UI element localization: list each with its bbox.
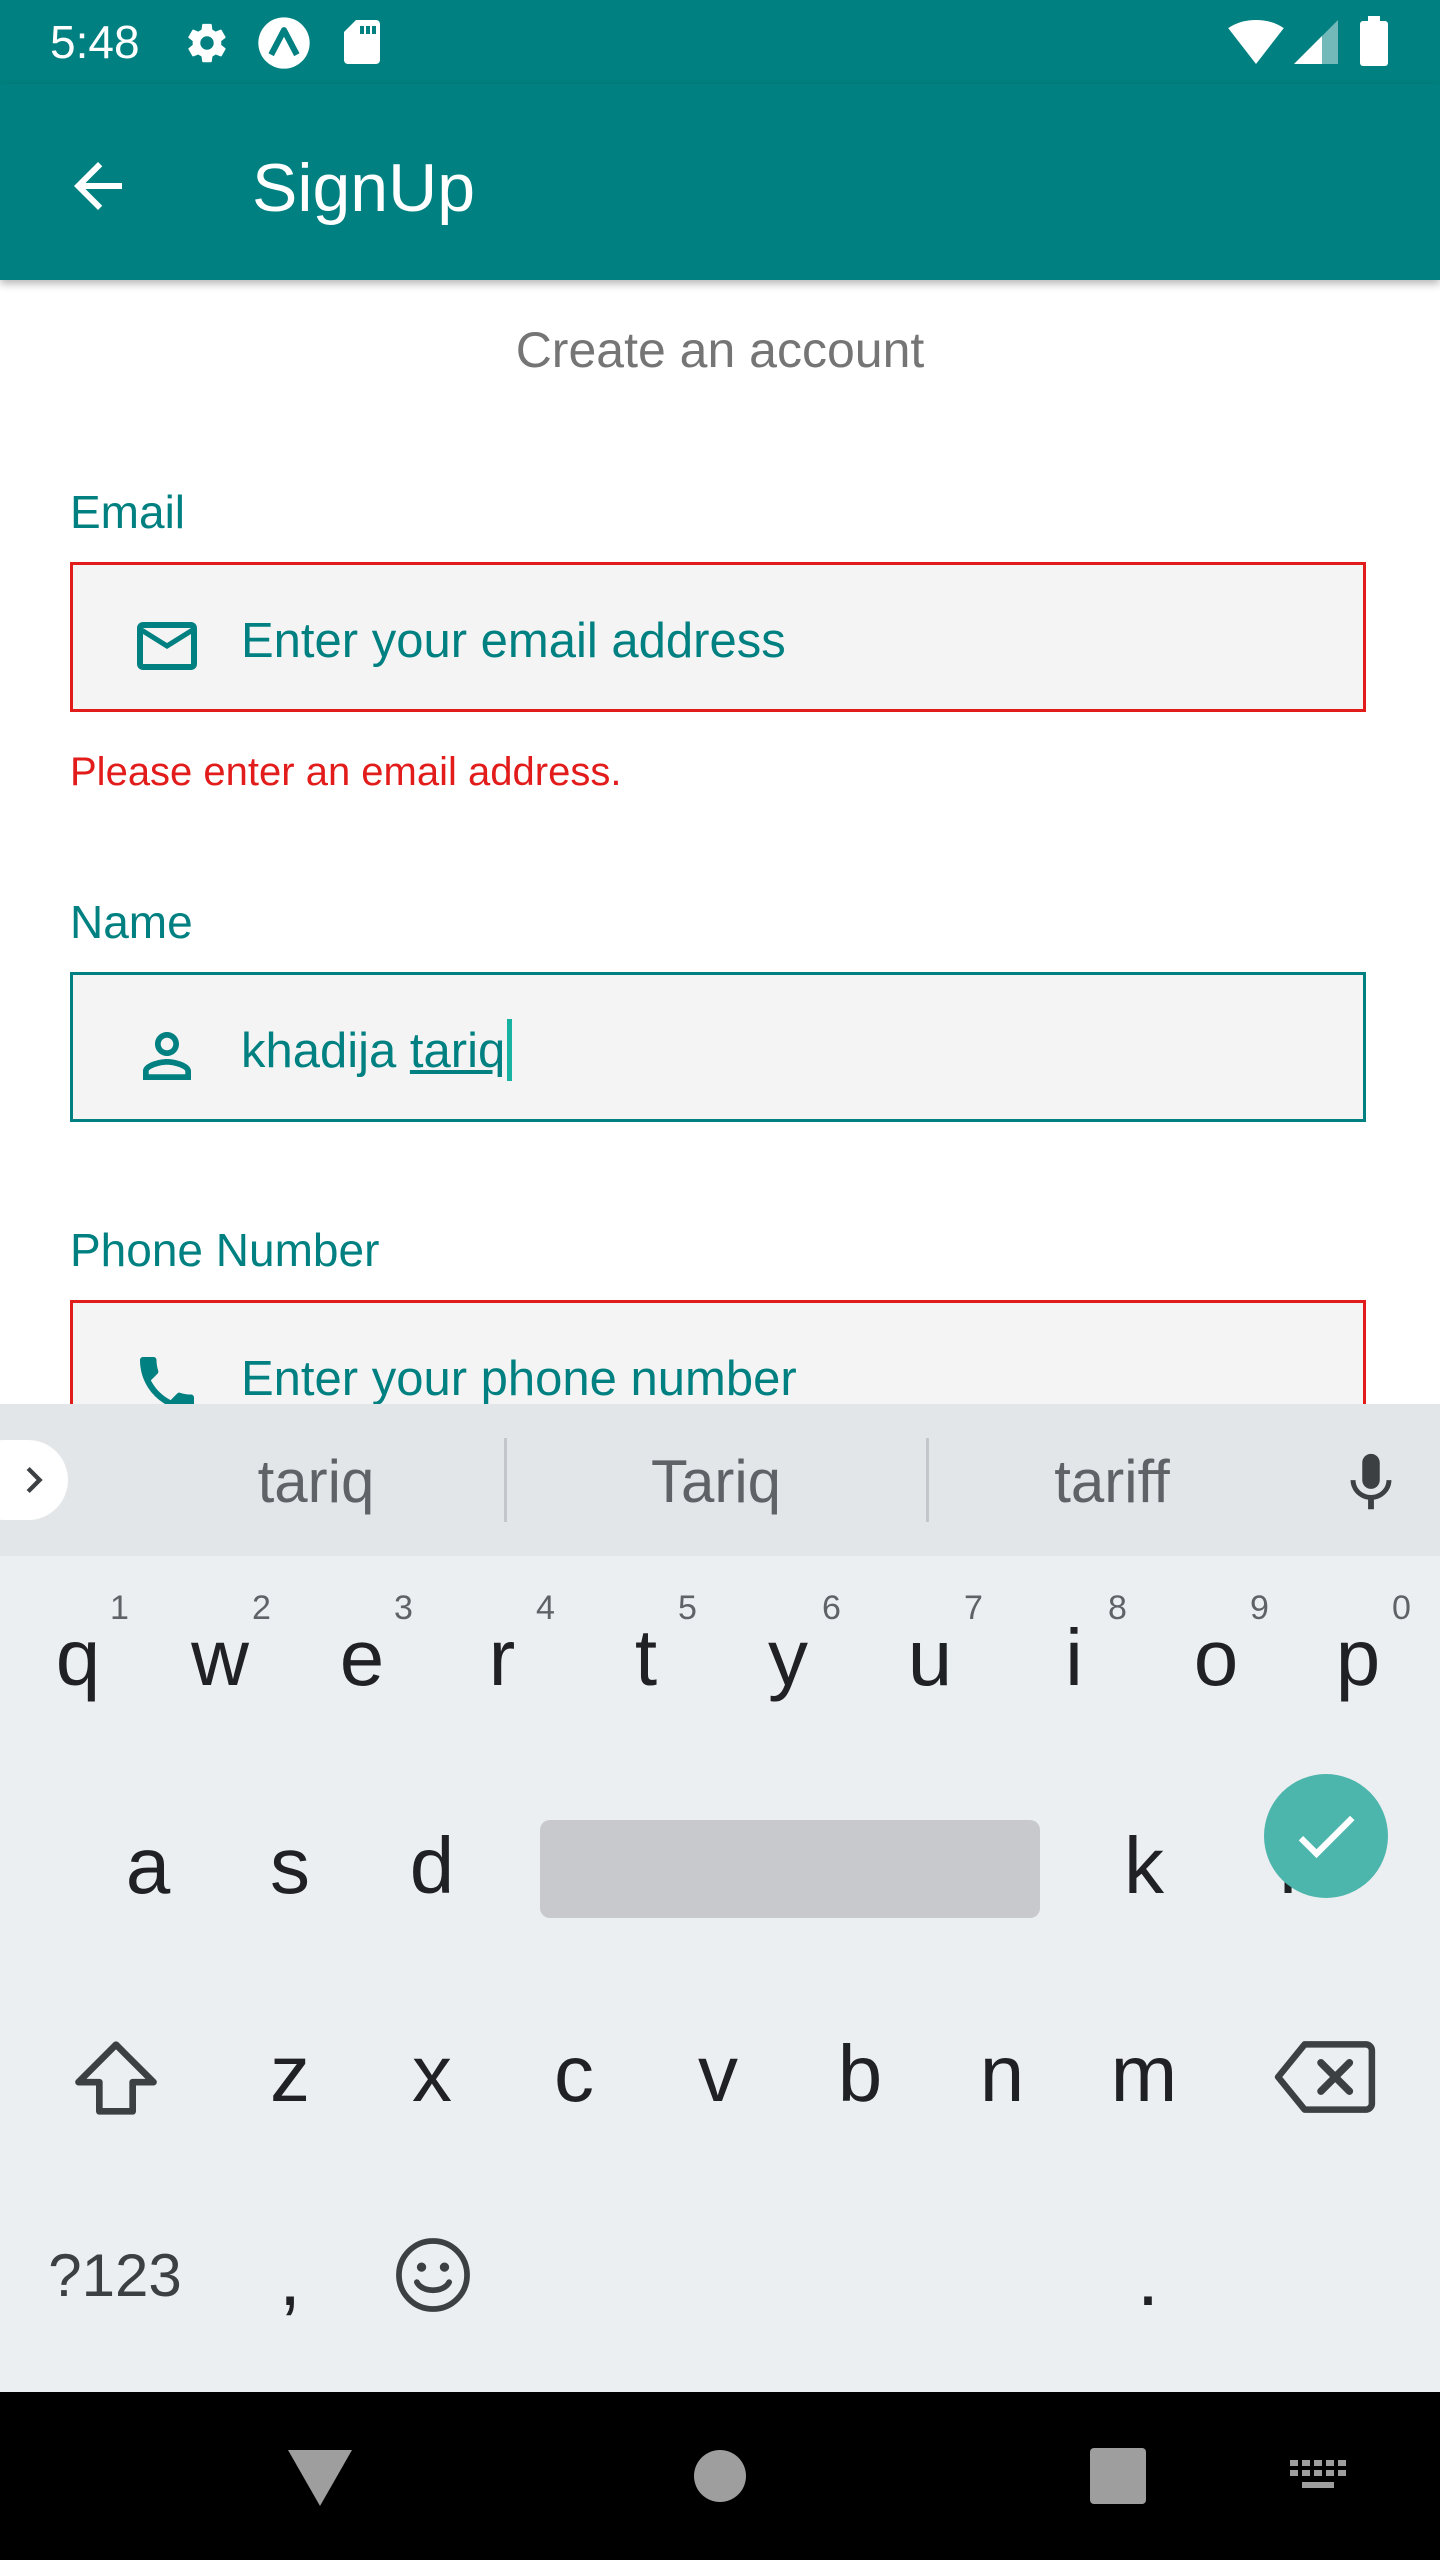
app-bar: SignUp (0, 84, 1440, 280)
suggestion-bar: tariq Tariq tariff (0, 1404, 1440, 1556)
suggestion-divider (926, 1438, 929, 1522)
key-m[interactable]: m (1084, 2026, 1204, 2122)
key-y[interactable]: y (728, 1610, 848, 1706)
emoji-icon[interactable] (390, 2232, 476, 2318)
expand-toolbar-button[interactable] (0, 1440, 68, 1520)
gear-icon (188, 23, 226, 63)
arrow-back-icon[interactable] (62, 150, 134, 222)
key-t[interactable]: t (586, 1610, 706, 1706)
keyboard-switcher-icon[interactable] (1288, 2458, 1348, 2498)
back-triangle-icon[interactable] (288, 2450, 352, 2506)
status-time: 5:48 (50, 16, 140, 68)
email-field[interactable]: Enter your email address (70, 562, 1366, 712)
done-button[interactable] (1264, 1774, 1388, 1898)
key-q[interactable]: q (18, 1610, 138, 1706)
wifi-icon (1228, 20, 1284, 64)
signal-icon (1294, 20, 1338, 64)
suggestion-divider (504, 1438, 507, 1522)
email-label: Email (70, 486, 186, 538)
key-s[interactable]: s (230, 1818, 350, 1914)
recents-square-icon[interactable] (1090, 2448, 1146, 2504)
app-a-icon (258, 17, 310, 69)
suggestion-3[interactable]: tariff (962, 1444, 1262, 1520)
suggestion-2[interactable]: Tariq (566, 1444, 866, 1520)
phone-placeholder: Enter your phone number (241, 1352, 797, 1406)
period-key[interactable]: . (1088, 2230, 1208, 2326)
suggestion-1[interactable]: tariq (166, 1444, 466, 1520)
navigation-bar (0, 2392, 1440, 2560)
mic-icon[interactable] (1336, 1448, 1406, 1518)
name-field[interactable]: khadija tariq (70, 972, 1366, 1122)
home-circle-icon[interactable] (692, 2448, 748, 2504)
space-bar[interactable] (540, 1820, 1040, 1918)
person-icon (143, 1032, 191, 1080)
symbols-key[interactable]: ?123 (30, 2228, 200, 2324)
sd-card-icon (344, 20, 380, 64)
name-label: Name (70, 896, 193, 948)
form-subtitle: Create an account (515, 322, 925, 378)
mail-icon (137, 622, 197, 670)
key-v[interactable]: v (658, 2026, 778, 2122)
key-n[interactable]: n (942, 2026, 1062, 2122)
phone-label: Phone Number (70, 1224, 380, 1276)
backspace-icon[interactable] (1272, 2034, 1378, 2120)
key-i[interactable]: i (1014, 1610, 1134, 1706)
key-c[interactable]: c (514, 2026, 634, 2122)
key-a[interactable]: a (88, 1818, 208, 1914)
key-r[interactable]: r (442, 1610, 562, 1706)
key-z[interactable]: z (230, 2026, 350, 2122)
email-error-text: Please enter an email address. (70, 750, 622, 794)
name-value: khadija tariq (241, 1019, 513, 1083)
name-value-plain: khadija (241, 1024, 410, 1078)
key-w[interactable]: w (160, 1610, 280, 1706)
chevron-right-icon (26, 1467, 43, 1493)
key-d[interactable]: d (372, 1818, 492, 1914)
page-title: SignUp (252, 150, 476, 226)
name-value-composing: tariq (409, 1024, 506, 1078)
key-p[interactable]: p (1298, 1610, 1418, 1706)
status-bar: 5:48 (0, 0, 1440, 84)
battery-icon (1360, 16, 1388, 66)
email-placeholder: Enter your email address (241, 614, 786, 668)
check-icon (1298, 1815, 1355, 1859)
key-e[interactable]: e (302, 1610, 422, 1706)
key-b[interactable]: b (800, 2026, 920, 2122)
comma-key[interactable]: , (230, 2230, 350, 2326)
key-u[interactable]: u (870, 1610, 990, 1706)
key-k[interactable]: k (1084, 1818, 1204, 1914)
shift-icon[interactable] (66, 2028, 166, 2128)
key-o[interactable]: o (1156, 1610, 1276, 1706)
text-cursor (507, 1019, 513, 1081)
key-x[interactable]: x (372, 2026, 492, 2122)
